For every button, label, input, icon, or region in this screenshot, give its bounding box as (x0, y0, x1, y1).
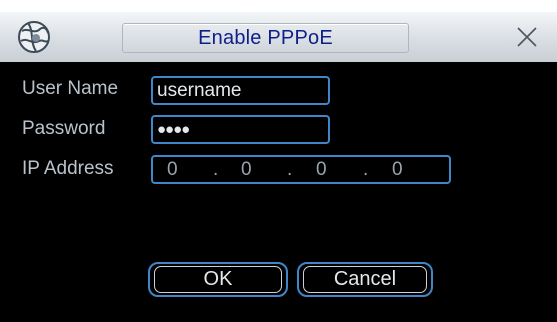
ip-separator-3: . (363, 159, 369, 180)
username-value: username (157, 80, 242, 101)
ip-separator-1: . (213, 159, 219, 180)
globe-icon (18, 21, 50, 53)
password-masked-value: ●●●● (157, 121, 190, 138)
cancel-button[interactable]: Cancel (297, 262, 433, 297)
dialog-title-plate: Enable PPPoE (122, 23, 409, 53)
dialog-body: User Name username Password ●●●● IP Addr… (0, 62, 557, 322)
ip-separator-2: . (287, 159, 293, 180)
close-icon[interactable] (515, 25, 539, 49)
ip-octet-2[interactable]: 0 (241, 159, 252, 181)
ip-octet-4[interactable]: 0 (392, 159, 403, 181)
dialog-title-bar: Enable PPPoE (0, 12, 557, 63)
password-input[interactable]: ●●●● (151, 115, 330, 144)
ip-address-input[interactable]: 0 . 0 . 0 . 0 (151, 155, 451, 184)
ip-address-label: IP Address (22, 158, 114, 179)
password-label: Password (22, 118, 106, 139)
ip-octet-3[interactable]: 0 (316, 159, 327, 181)
username-label: User Name (22, 78, 119, 99)
ok-button-label: OK (203, 268, 233, 290)
ok-button[interactable]: OK (148, 262, 288, 297)
cancel-button-label: Cancel (333, 268, 397, 290)
ip-octet-1[interactable]: 0 (167, 159, 178, 181)
username-input[interactable]: username (151, 76, 330, 105)
dialog-title: Enable PPPoE (198, 27, 333, 49)
